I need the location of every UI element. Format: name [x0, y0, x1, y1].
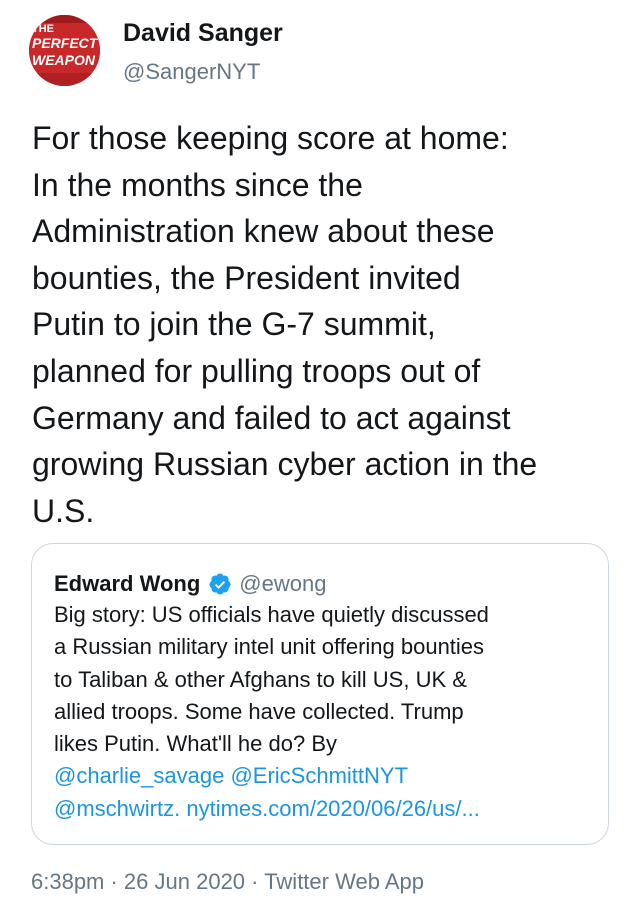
avatar[interactable]: THE PERFECT WEAPON: [29, 15, 100, 86]
tweet-text-line: For those keeping score at home:: [32, 120, 509, 156]
tweet-card: THE PERFECT WEAPON David Sanger @SangerN…: [0, 0, 638, 924]
quoted-tweet-header: Edward Wong @ewong: [54, 571, 326, 597]
tweet-text-line: planned for pulling troops out of: [32, 352, 481, 389]
tweet-text: For those keeping score at home: In the …: [32, 115, 622, 534]
quoted-text-mentions-line: @charlie_savage @EricSchmittNYT: [54, 760, 599, 792]
tweet-text-line: growing Russian cyber action in the: [32, 446, 538, 483]
quoted-tweet-card[interactable]: Edward Wong @ewong Big story: US officia…: [31, 543, 609, 845]
tweet-timestamp[interactable]: 6:38pm · 26 Jun 2020 · Twitter Web App: [31, 869, 424, 895]
quoted-text-link-line: @mschwirtz. nytimes.com/2020/06/26/us/..…: [54, 793, 599, 825]
quoted-text-line: to Taliban & other Afghans to kill US, U…: [54, 666, 467, 692]
mention-link-ericschmittnyt[interactable]: @EricSchmittNYT: [230, 763, 408, 788]
avatar-logo-line-2: PERFECT: [32, 35, 99, 51]
mention-link-mschwirtz[interactable]: @mschwirtz.: [54, 796, 180, 821]
quoted-text-line: likes Putin. What'll he do? By: [54, 731, 338, 757]
quoted-author-name: Edward Wong: [54, 571, 201, 596]
quoted-author-handle: @ewong: [239, 571, 327, 596]
mention-link-charlie-savage[interactable]: @charlie_savage: [54, 763, 224, 788]
avatar-logo-line-3: WEAPON: [32, 52, 96, 68]
tweet-text-line: U.S.: [32, 492, 95, 529]
tweet-text-line: Administration knew about these: [32, 213, 495, 250]
quoted-text-line: allied troops. Some have collected. Trum…: [54, 698, 464, 724]
tweet-text-line: In the months since the: [32, 166, 363, 203]
verified-badge-icon: [209, 573, 231, 595]
article-link[interactable]: nytimes.com/2020/06/26/us/...: [186, 796, 480, 821]
quoted-tweet-text: Big story: US officials have quietly dis…: [54, 599, 599, 825]
author-name[interactable]: David Sanger: [123, 19, 283, 48]
quoted-text-line: Big story: US officials have quietly dis…: [54, 602, 489, 627]
book-cover-logo: THE PERFECT WEAPON: [29, 15, 100, 86]
tweet-text-line: bounties, the President invited: [32, 259, 461, 296]
author-handle[interactable]: @SangerNYT: [123, 59, 260, 85]
quoted-text-line: a Russian military intel unit offering b…: [54, 634, 485, 660]
avatar-logo-line-1: THE: [32, 23, 54, 35]
tweet-text-line: Putin to join the G-7 summit,: [32, 306, 436, 343]
tweet-text-line: Germany and failed to act against: [32, 399, 511, 436]
